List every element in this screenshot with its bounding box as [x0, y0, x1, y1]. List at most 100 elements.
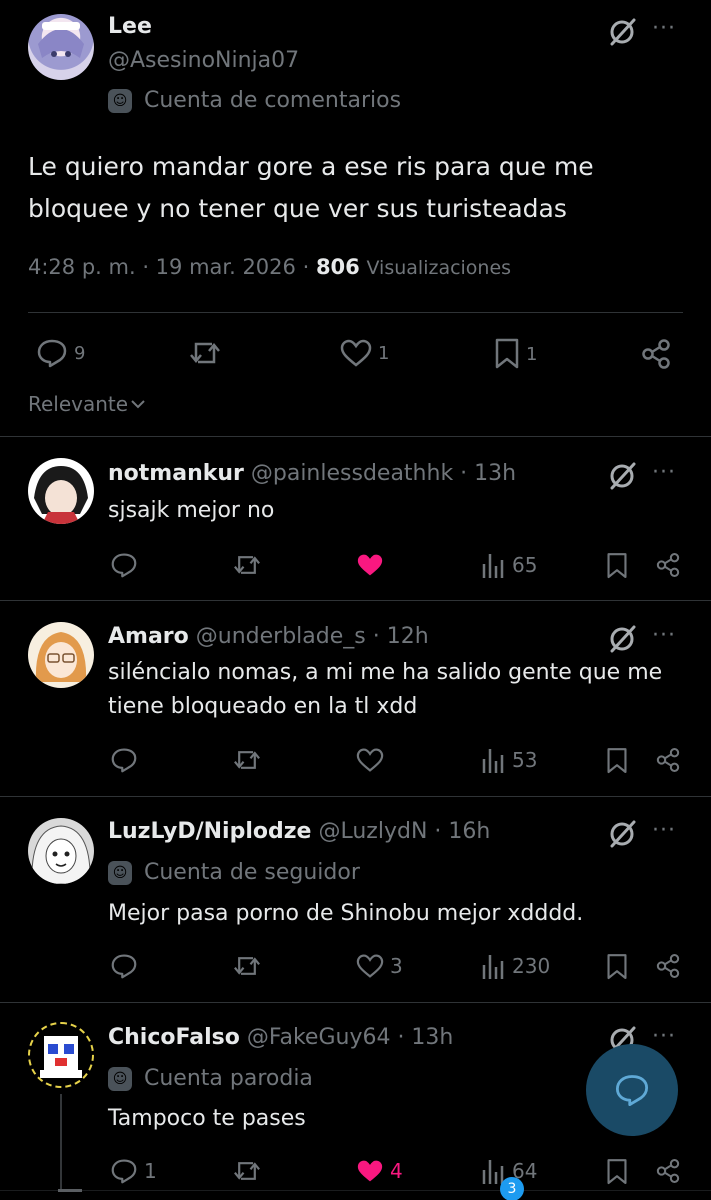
reply-author-handle[interactable]: @LuzlydN · 16h	[318, 819, 490, 844]
share-button[interactable]	[640, 338, 672, 370]
analytics-icon	[482, 552, 506, 578]
like-button[interactable]	[356, 747, 384, 773]
chevron-down-icon	[130, 398, 146, 410]
grok-icon[interactable]	[607, 819, 637, 853]
divider	[0, 600, 711, 601]
like-button[interactable]	[356, 552, 384, 578]
reply-author-name[interactable]: LuzLyD/Niplodze	[108, 819, 311, 844]
reply-text: Tampoco te pases	[108, 1102, 306, 1136]
bookmark-button[interactable]: 1	[494, 338, 537, 370]
share-button[interactable]	[655, 1158, 681, 1184]
divider	[0, 436, 711, 437]
account-tag-label: Cuenta parodia	[144, 1066, 313, 1091]
views-label: Visualizaciones	[366, 257, 512, 279]
like-button[interactable]: 1	[340, 338, 389, 368]
bookmark-count: 1	[526, 343, 538, 365]
reply-button[interactable]	[110, 552, 138, 578]
compose-reply-button[interactable]	[586, 1044, 678, 1136]
reply-button[interactable]	[110, 953, 138, 979]
bookmark-icon	[606, 552, 628, 580]
notifications-badge[interactable]: 3	[500, 1177, 524, 1200]
reply-author-handle[interactable]: @painlessdeathhk · 13h	[251, 461, 516, 486]
reply-button[interactable]: 9	[36, 338, 85, 368]
repost-button[interactable]	[232, 953, 262, 979]
like-count: 3	[390, 954, 403, 978]
share-icon	[655, 953, 681, 979]
repost-button[interactable]	[232, 552, 262, 578]
heart-icon	[340, 338, 372, 368]
heart-icon	[356, 953, 384, 979]
sort-label: Relevante	[28, 392, 129, 416]
avatar[interactable]	[28, 14, 94, 80]
more-options-icon[interactable]: ···	[652, 1024, 676, 1049]
avatar[interactable]	[28, 1022, 94, 1088]
reply-author-name[interactable]: notmankur	[108, 461, 244, 486]
reply-text-line: tiene bloqueado en la tl xdd	[108, 694, 418, 719]
bookmark-button[interactable]	[606, 552, 628, 580]
avatar[interactable]	[28, 458, 94, 524]
account-tag-label: Cuenta de comentarios	[144, 88, 402, 113]
share-button[interactable]	[655, 747, 681, 773]
avatar[interactable]	[28, 818, 94, 884]
repost-icon	[232, 953, 262, 979]
reply-author-name[interactable]: ChicoFalso	[108, 1025, 240, 1050]
reply-author-name[interactable]: Amaro	[108, 624, 189, 649]
sort-selector[interactable]: Relevante	[28, 392, 146, 416]
bookmark-icon	[606, 953, 628, 981]
more-options-icon[interactable]: ···	[652, 818, 676, 843]
share-icon	[655, 1158, 681, 1184]
author-name[interactable]: Lee	[108, 14, 152, 39]
repost-button[interactable]	[188, 338, 222, 368]
repost-button[interactable]	[232, 747, 262, 773]
share-icon	[655, 747, 681, 773]
reply-text-line: sjsajk mejor no	[108, 498, 275, 523]
repost-button[interactable]	[232, 1158, 262, 1184]
views-count: 230	[512, 954, 551, 978]
avatar[interactable]	[28, 622, 94, 688]
bookmark-button[interactable]	[606, 1158, 628, 1186]
post-text: Le quiero mandar gore a ese ris para que…	[28, 146, 594, 230]
mask-icon: ☺	[108, 88, 132, 113]
reply-button[interactable]	[110, 747, 138, 773]
bookmark-button[interactable]	[606, 747, 628, 775]
reply-count: 1	[144, 1159, 157, 1183]
reply-icon	[614, 1073, 650, 1107]
reply-icon	[110, 552, 138, 578]
views-count: 806	[315, 255, 360, 279]
reply-text: sjsajk mejor no	[108, 494, 274, 528]
repost-icon	[232, 552, 262, 578]
reply-author-handle[interactable]: @FakeGuy64 · 13h	[247, 1025, 454, 1050]
views-button[interactable]: 65	[482, 552, 537, 578]
bottom-nav: 3	[0, 1177, 711, 1200]
reply-text: siléncialo nomas, a mi me ha salido gent…	[108, 656, 662, 724]
author-handle[interactable]: @AsesinoNinja07	[108, 48, 299, 73]
share-button[interactable]	[655, 552, 681, 578]
post-timestamp[interactable]: 4:28 p. m. · 19 mar. 2026 ·	[28, 255, 309, 279]
more-options-icon[interactable]: ···	[652, 623, 676, 648]
post-meta: 4:28 p. m. · 19 mar. 2026 · 806 Visualiz…	[28, 255, 511, 279]
grok-icon[interactable]	[607, 461, 637, 495]
like-button[interactable]: 4	[356, 1158, 403, 1184]
repost-icon	[232, 747, 262, 773]
share-button[interactable]	[655, 953, 681, 979]
grok-icon[interactable]	[607, 17, 637, 51]
reply-button[interactable]: 1	[110, 1158, 157, 1184]
views-button[interactable]: 53	[482, 747, 537, 773]
reply-author-handle[interactable]: @underblade_s · 12h	[196, 624, 429, 649]
account-tag: ☺ Cuenta de seguidor	[108, 860, 360, 885]
grok-icon[interactable]	[607, 624, 637, 658]
reply-text-line: siléncialo nomas, a mi me ha salido gent…	[108, 660, 663, 685]
bookmark-icon	[494, 338, 520, 370]
reply-header: LuzLyD/Niplodze @LuzlydN · 16h	[108, 819, 490, 844]
analytics-icon	[482, 747, 506, 773]
more-options-icon[interactable]: ···	[652, 16, 676, 41]
reply-header: notmankur @painlessdeathhk · 13h	[108, 461, 516, 486]
heart-filled-icon	[356, 1158, 384, 1184]
like-button[interactable]: 3	[356, 953, 403, 979]
views-button[interactable]: 230	[482, 953, 550, 979]
more-options-icon[interactable]: ···	[652, 460, 676, 485]
share-icon	[640, 338, 672, 370]
heart-icon	[356, 747, 384, 773]
bookmark-button[interactable]	[606, 953, 628, 981]
home-icon[interactable]	[58, 1189, 82, 1200]
